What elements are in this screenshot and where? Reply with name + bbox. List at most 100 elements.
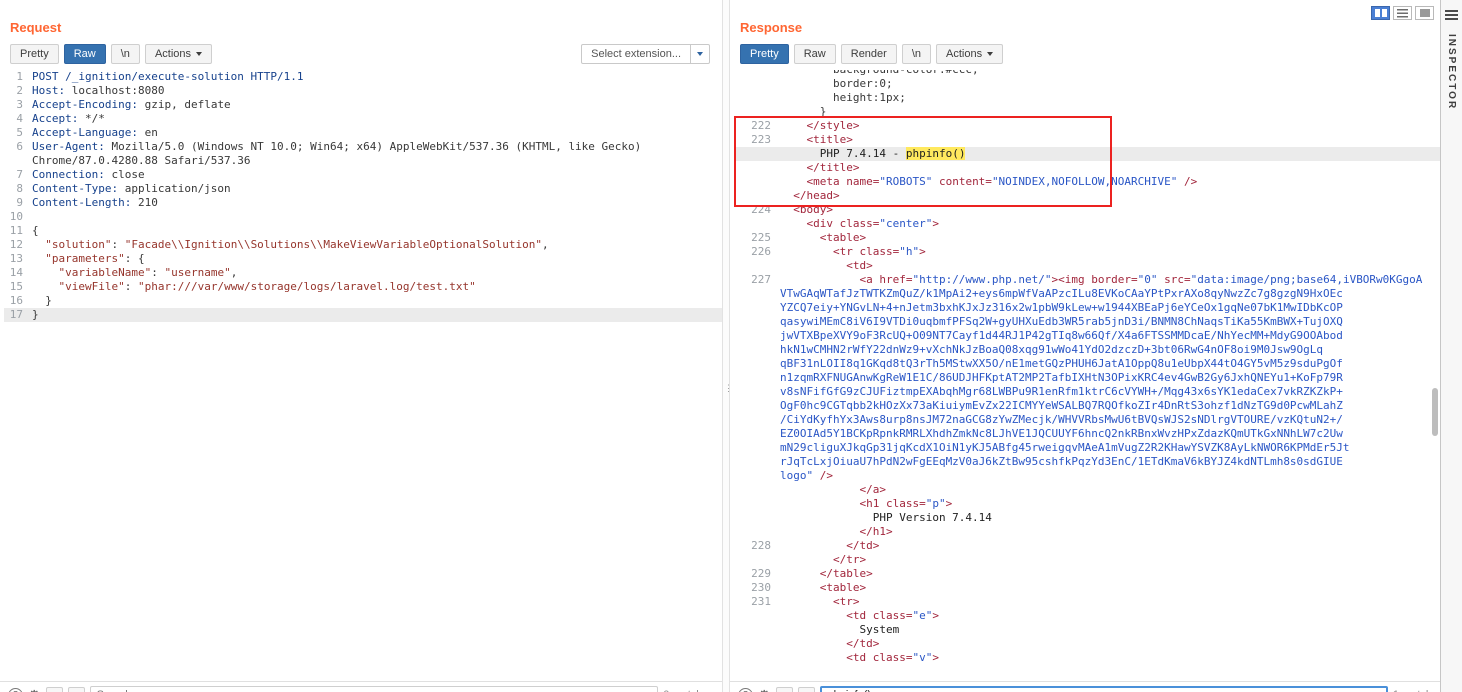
line-number: 228 [734,539,780,553]
code-line: 5Accept-Language: en [4,126,722,140]
request-search-input[interactable] [90,686,659,692]
tab-actions[interactable]: Actions [145,44,212,64]
request-code: 1POST /_ignition/execute-solution HTTP/1… [4,70,722,322]
request-pane: Request PrettyRaw\nActions Select extens… [0,0,722,692]
line-number: 6 [4,140,32,154]
search-settings-icon[interactable]: ⚙ [758,688,771,692]
tab-label: Pretty [20,48,49,60]
code-line: 1POST /_ignition/execute-solution HTTP/1… [4,70,722,84]
code-line: 15 "viewFile": "phar:///var/www/storage/… [4,280,722,294]
code-line: </td> [734,637,1440,651]
pane-splitter[interactable]: ⋮ [722,0,730,692]
tab-pretty[interactable]: Pretty [10,44,59,64]
code-line: VTwGAqWTafJzTWTKZmQuZ/k1MpAi2+eys6mpWfVa… [734,287,1440,301]
search-prev-button[interactable]: < [776,687,793,692]
code-line: 10 [4,210,722,224]
line-number: 9 [4,196,32,210]
code-line: 230 <table> [734,581,1440,595]
tab-n[interactable]: \n [902,44,931,64]
response-scrollbar[interactable] [1430,70,1439,681]
line-number [734,161,780,175]
tab-render[interactable]: Render [841,44,897,64]
response-pane-title: Response [740,20,1428,35]
code-line: mN29cliguXJkqGp31jqKcdX1OiN1yKJ5ABfg45rw… [734,441,1440,455]
line-number: 11 [4,224,32,238]
code-line: 3Accept-Encoding: gzip, deflate [4,98,722,112]
code-line: 223 <title> [734,133,1440,147]
tab-actions[interactable]: Actions [936,44,1003,64]
code-line: </a> [734,483,1440,497]
inspector-sidebar[interactable]: INSPECTOR [1440,0,1462,692]
line-number [734,147,780,161]
burp-message-view: Request PrettyRaw\nActions Select extens… [0,0,1462,692]
code-line: 225 <table> [734,231,1440,245]
line-number [734,497,780,511]
line-number [4,154,32,168]
line-number [734,455,780,469]
response-pane-header: Response Pretty Raw Render \n Actions [730,0,1440,70]
chevron-down-icon [987,52,993,56]
line-number [734,371,780,385]
search-next-button[interactable]: > [798,687,815,692]
line-number [734,189,780,203]
tab-label: Actions [946,48,982,60]
search-help-icon[interactable]: ? [8,688,23,692]
code-line: System [734,623,1440,637]
code-line: PHP Version 7.4.14 [734,511,1440,525]
tab-raw[interactable]: Raw [64,44,106,64]
code-line: YZCQ7eiy+YNGvLN+4+nJetm3bxhKJxJz316x2w1p… [734,301,1440,315]
tab-n[interactable]: \n [111,44,140,64]
tab-pretty[interactable]: Pretty [740,44,789,64]
line-number: 13 [4,252,32,266]
code-line: height:1px; [734,91,1440,105]
code-line: Chrome/87.0.4280.88 Safari/537.36 [4,154,722,168]
chevron-down-icon [690,45,709,63]
line-number [734,315,780,329]
code-line: 227 <a href="http://www.php.net/"><img b… [734,273,1440,287]
extension-select[interactable]: Select extension... [581,44,710,64]
code-line: EZ0OIAd5Y1BCKpRpnkRMRLXhdhZmkNc8LJhVE1JQ… [734,427,1440,441]
line-number: 224 [734,203,780,217]
search-next-button[interactable]: > [68,687,85,692]
tab-raw[interactable]: Raw [794,44,836,64]
line-number: 12 [4,238,32,252]
code-line: qasywiMEmC8iV6I9VTDi0uqbmfPFSq2W+gyUHXuE… [734,315,1440,329]
code-line: <td class="v"> [734,651,1440,665]
code-line: 7Connection: close [4,168,722,182]
tab-label: Pretty [750,48,779,60]
code-line: rJqTcLxjOiuaU7hPdN2wFgEEqMzV0aJ6kZtBw95c… [734,455,1440,469]
code-line: logo" /> [734,469,1440,483]
code-line: qBF31nLOII8q1GKqd8tQ3rTh5MStwXX5O/nE1met… [734,357,1440,371]
line-number: 15 [4,280,32,294]
code-line: <td class="e"> [734,609,1440,623]
code-line: </head> [734,189,1440,203]
search-help-icon[interactable]: ? [738,688,753,692]
request-editor[interactable]: 1POST /_ignition/execute-solution HTTP/1… [0,70,722,681]
tab-label: \n [912,48,921,60]
line-number: 7 [4,168,32,182]
response-search-input[interactable] [820,686,1388,692]
search-prev-button[interactable]: < [46,687,63,692]
tab-label: Raw [804,48,826,60]
search-settings-icon[interactable]: ⚙ [28,688,41,692]
tab-label: Render [851,48,887,60]
scrollbar-thumb[interactable] [1432,388,1438,436]
line-number [734,525,780,539]
code-line: hkN1wCMHN2rWfY22dnWz9+vXchNkJzBoaQ08xqg9… [734,343,1440,357]
request-search-bar: ? ⚙ < > 0 matches [0,681,722,692]
response-editor[interactable]: background-color:#ccc; border:0; height:… [730,70,1440,681]
line-number [734,469,780,483]
line-number: 223 [734,133,780,147]
line-number [734,399,780,413]
line-number [734,427,780,441]
line-number [734,70,780,77]
line-number: 3 [4,98,32,112]
request-tabs: Pretty Raw \n Actions [10,44,212,64]
inspector-menu-icon[interactable] [1445,8,1458,22]
tab-label: \n [121,48,130,60]
line-number [734,413,780,427]
line-number: 2 [4,84,32,98]
code-line: 231 <tr> [734,595,1440,609]
response-code: background-color:#ccc; border:0; height:… [734,70,1440,665]
line-number: 4 [4,112,32,126]
